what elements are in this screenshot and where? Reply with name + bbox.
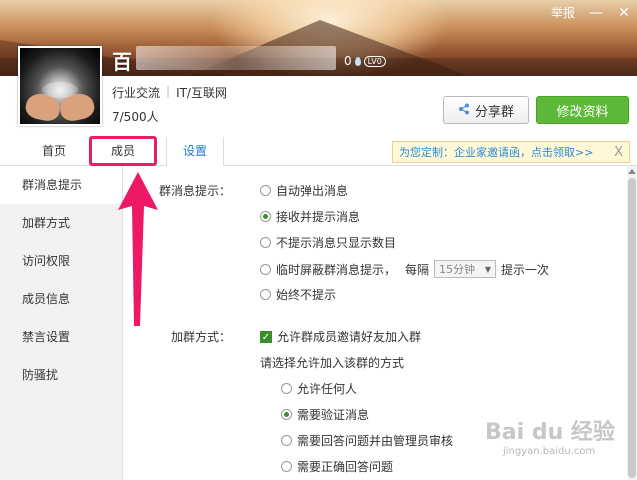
radio-count-only[interactable] bbox=[260, 237, 271, 248]
tab-settings[interactable]: 设置 bbox=[166, 137, 224, 166]
watermark-brand: Bai du 经验 bbox=[485, 420, 615, 445]
member-count: 7/500人 bbox=[112, 110, 159, 124]
level-count: 0 bbox=[344, 54, 352, 68]
meta-divider: | bbox=[166, 84, 171, 98]
option-label: 始终不提示 bbox=[276, 288, 337, 302]
promo-banner[interactable]: 为您定制：企业家邀请函，点击领取>> X bbox=[392, 141, 630, 163]
radio-receive-notify[interactable] bbox=[260, 211, 271, 222]
vertical-scrollbar[interactable] bbox=[627, 166, 637, 480]
close-icon[interactable]: ✕ bbox=[617, 5, 631, 21]
option-answer-correct[interactable]: 需要正确回答问题 bbox=[281, 458, 393, 475]
option-count-only[interactable]: 不提示消息只显示数目 bbox=[260, 234, 396, 251]
watermark-url: jingyan.baidu.com bbox=[503, 446, 596, 457]
annotation-arrow-icon bbox=[118, 172, 158, 326]
window-controls: 举报 — ✕ bbox=[551, 4, 631, 21]
sidebar-item-join-method[interactable]: 加群方式 bbox=[0, 204, 122, 242]
option-label: 需要回答问题并由管理员审核 bbox=[297, 434, 454, 448]
option-temp-block[interactable]: 临时屏蔽群消息提示， 每隔 15分钟 ▼ 提示一次 bbox=[260, 260, 549, 278]
interval-select[interactable]: 15分钟 ▼ bbox=[434, 260, 497, 278]
radio-auto-popup[interactable] bbox=[260, 185, 271, 196]
option-label: 允许群成员邀请好友加入群 bbox=[277, 330, 422, 344]
promo-close-icon[interactable]: X bbox=[614, 145, 623, 160]
option-label: 不提示消息只显示数目 bbox=[276, 236, 397, 250]
option-label: 需要正确回答问题 bbox=[297, 460, 394, 474]
water-drop-icon bbox=[354, 56, 361, 66]
sidebar-item-anti-harassment[interactable]: 防骚扰 bbox=[0, 356, 122, 394]
share-group-label: 分享群 bbox=[474, 104, 514, 120]
option-label: 需要验证消息 bbox=[297, 408, 370, 422]
level-badge: LV0 bbox=[363, 55, 386, 67]
option-label: 临时屏蔽群消息提示， bbox=[276, 262, 397, 277]
scroll-thumb[interactable] bbox=[628, 178, 636, 478]
option-receive-notify[interactable]: 接收并提示消息 bbox=[260, 208, 360, 225]
checkbox-allow-invite[interactable]: ✓ bbox=[260, 330, 272, 343]
join-method-prompt: 请选择允许加入该群的方式 bbox=[260, 356, 405, 370]
sidebar-item-mute[interactable]: 禁言设置 bbox=[0, 318, 122, 356]
report-link[interactable]: 举报 bbox=[551, 4, 575, 21]
radio-never-notify[interactable] bbox=[260, 289, 271, 300]
interval-value: 15分钟 bbox=[439, 263, 476, 276]
option-allow-invite[interactable]: ✓ 允许群成员邀请好友加入群 bbox=[260, 328, 421, 345]
members-tab-highlight bbox=[89, 136, 157, 166]
join-method-label: 加群方式： bbox=[171, 330, 232, 344]
option-allow-anyone[interactable]: 允许任何人 bbox=[281, 380, 357, 397]
scroll-up-icon[interactable] bbox=[628, 169, 636, 174]
interval-suffix: 提示一次 bbox=[501, 262, 550, 277]
sidebar-item-member-info[interactable]: 成员信息 bbox=[0, 280, 122, 318]
group-category: 行业交流 bbox=[112, 86, 161, 100]
minimize-icon[interactable]: — bbox=[589, 5, 603, 21]
share-icon bbox=[458, 103, 470, 118]
sidebar-item-access[interactable]: 访问权限 bbox=[0, 242, 122, 280]
option-label: 允许任何人 bbox=[297, 382, 358, 396]
radio-allow-anyone[interactable] bbox=[281, 383, 292, 394]
sidebar-item-message-notice[interactable]: 群消息提示 bbox=[0, 166, 122, 204]
baidu-watermark: Bai du 经验 jingyan.baidu.com bbox=[485, 414, 625, 466]
group-industry: IT/互联网 bbox=[176, 86, 227, 100]
radio-answer-correct[interactable] bbox=[281, 461, 292, 472]
radio-answer-admin-review[interactable] bbox=[281, 435, 292, 446]
option-label: 接收并提示消息 bbox=[276, 210, 361, 224]
radio-need-verify[interactable] bbox=[281, 409, 292, 420]
avatar-coins bbox=[42, 82, 78, 98]
tab-home[interactable]: 首页 bbox=[24, 137, 84, 165]
share-group-button[interactable]: 分享群 bbox=[443, 96, 529, 124]
option-never-notify[interactable]: 始终不提示 bbox=[260, 286, 336, 303]
group-level: 0 LV0 bbox=[344, 54, 386, 68]
group-name-initial: 百 bbox=[112, 50, 132, 74]
option-label: 自动弹出消息 bbox=[276, 184, 349, 198]
option-auto-popup[interactable]: 自动弹出消息 bbox=[260, 182, 348, 199]
group-avatar[interactable] bbox=[18, 46, 102, 126]
settings-sidebar: 群消息提示 加群方式 访问权限 成员信息 禁言设置 防骚扰 bbox=[0, 166, 123, 480]
option-need-verify[interactable]: 需要验证消息 bbox=[281, 406, 369, 423]
group-meta: 行业交流 | IT/互联网 bbox=[112, 84, 227, 101]
chevron-down-icon: ▼ bbox=[484, 264, 492, 274]
interval-prefix: 每隔 bbox=[405, 262, 430, 277]
option-answer-admin-review[interactable]: 需要回答问题并由管理员审核 bbox=[281, 432, 453, 449]
radio-temp-block[interactable] bbox=[260, 263, 271, 275]
edit-profile-button[interactable]: 修改资料 bbox=[536, 96, 629, 124]
promo-text[interactable]: 为您定制：企业家邀请函，点击领取>> bbox=[399, 144, 593, 160]
group-name-blurred bbox=[136, 46, 336, 70]
